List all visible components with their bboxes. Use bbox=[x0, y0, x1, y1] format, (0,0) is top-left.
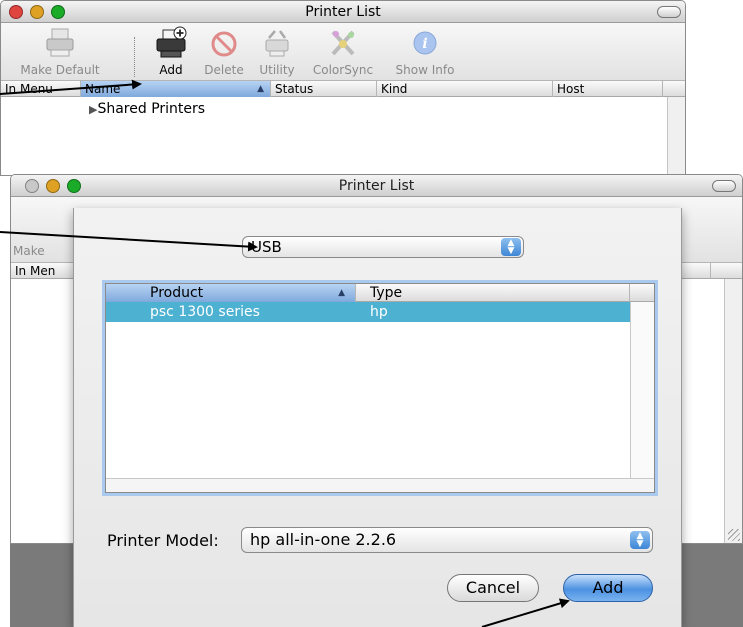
sort-ascending-icon: ▲ bbox=[257, 84, 264, 94]
toolbar-label-show-info: Show Info bbox=[395, 63, 455, 77]
column-host[interactable]: Host bbox=[553, 81, 663, 97]
make-default-printer-icon bbox=[46, 28, 74, 57]
column-kind[interactable]: Kind bbox=[377, 81, 553, 97]
toolbar-label-colorsync: ColorSync bbox=[312, 63, 374, 77]
printer-product-list: Product ▲ Type psc 1300 series hp bbox=[105, 283, 655, 493]
vertical-scrollbar[interactable] bbox=[630, 302, 654, 478]
show-info-button[interactable]: i Show Info bbox=[391, 23, 459, 81]
delete-button[interactable]: Delete bbox=[201, 23, 247, 81]
toolbar-label-delete: Delete bbox=[204, 63, 244, 77]
make-default-button[interactable]: Make Default bbox=[1, 23, 119, 81]
horizontal-scrollbar[interactable] bbox=[106, 478, 654, 492]
table-row[interactable]: psc 1300 series hp bbox=[106, 302, 630, 322]
add-printer-button[interactable]: Add bbox=[149, 23, 193, 81]
toolbar: Make Default Add Delete Utility ColorSyn… bbox=[1, 23, 685, 81]
vertical-scrollbar[interactable] bbox=[667, 97, 685, 175]
add-printer-sheet: USB ▲ ▼ Product ▲ Type psc 1300 series hp… bbox=[73, 208, 682, 627]
toolbar-label-utility: Utility bbox=[259, 63, 295, 77]
row-type: hp bbox=[370, 304, 388, 320]
printer-table-body: ▶Shared Printers bbox=[1, 97, 667, 175]
title-bar[interactable]: Printer List bbox=[11, 175, 742, 197]
shared-printers-group-row[interactable]: ▶Shared Printers bbox=[89, 101, 205, 117]
toolbar-label-make-default: Make bbox=[13, 244, 45, 258]
add-printer-icon bbox=[156, 26, 187, 58]
resize-grip-icon[interactable] bbox=[728, 529, 740, 541]
product-list-header: Product ▲ Type bbox=[106, 284, 654, 302]
printer-model-popup[interactable]: hp all-in-one 2.2.6 ▲ ▼ bbox=[241, 527, 653, 553]
delete-icon bbox=[211, 31, 237, 57]
toolbar-toggle-button[interactable] bbox=[657, 6, 681, 18]
toolbar-separator bbox=[134, 37, 135, 77]
svg-text:i: i bbox=[422, 36, 427, 52]
toolbar-label-add: Add bbox=[159, 63, 183, 77]
cancel-button[interactable]: Cancel bbox=[447, 574, 539, 602]
column-name-label: Name bbox=[85, 82, 121, 96]
popup-arrows-icon: ▲ ▼ bbox=[501, 238, 521, 256]
popup-arrows-icon: ▲ ▼ bbox=[630, 531, 650, 549]
utility-icon bbox=[265, 30, 289, 57]
column-name[interactable]: Name ▲ bbox=[81, 81, 271, 97]
printer-model-label: Printer Model: bbox=[107, 531, 219, 550]
connection-type-popup[interactable]: USB ▲ ▼ bbox=[242, 236, 524, 258]
colorsync-icon bbox=[331, 30, 355, 56]
toolbar-toggle-button[interactable] bbox=[712, 180, 736, 192]
title-bar[interactable]: Printer List bbox=[1, 1, 685, 23]
toolbar-label-make-default: Make Default bbox=[20, 63, 100, 77]
column-product-label: Product bbox=[150, 285, 204, 301]
connection-type-value: USB bbox=[251, 238, 282, 256]
add-button[interactable]: Add bbox=[563, 574, 653, 602]
sort-ascending-icon: ▲ bbox=[338, 288, 345, 298]
info-icon: i bbox=[413, 31, 437, 55]
column-in-menu[interactable]: In Menu bbox=[1, 81, 81, 97]
column-type[interactable]: Type bbox=[356, 284, 630, 302]
printer-table-header: In Menu Name ▲ Status Kind Host bbox=[1, 81, 685, 97]
window-title: Printer List bbox=[338, 178, 415, 194]
colorsync-button[interactable]: ColorSync bbox=[307, 23, 379, 81]
column-status[interactable]: Status bbox=[271, 81, 377, 97]
printer-model-value: hp all-in-one 2.2.6 bbox=[250, 530, 397, 549]
utility-button[interactable]: Utility bbox=[255, 23, 299, 81]
window-title: Printer List bbox=[305, 4, 381, 20]
column-product[interactable]: Product ▲ bbox=[106, 284, 356, 302]
row-product: psc 1300 series bbox=[150, 304, 260, 320]
vertical-scrollbar[interactable] bbox=[724, 279, 742, 543]
printer-list-window-back: Printer List Make Default Add Delete Uti… bbox=[0, 0, 686, 176]
group-row-label: Shared Printers bbox=[97, 101, 206, 117]
